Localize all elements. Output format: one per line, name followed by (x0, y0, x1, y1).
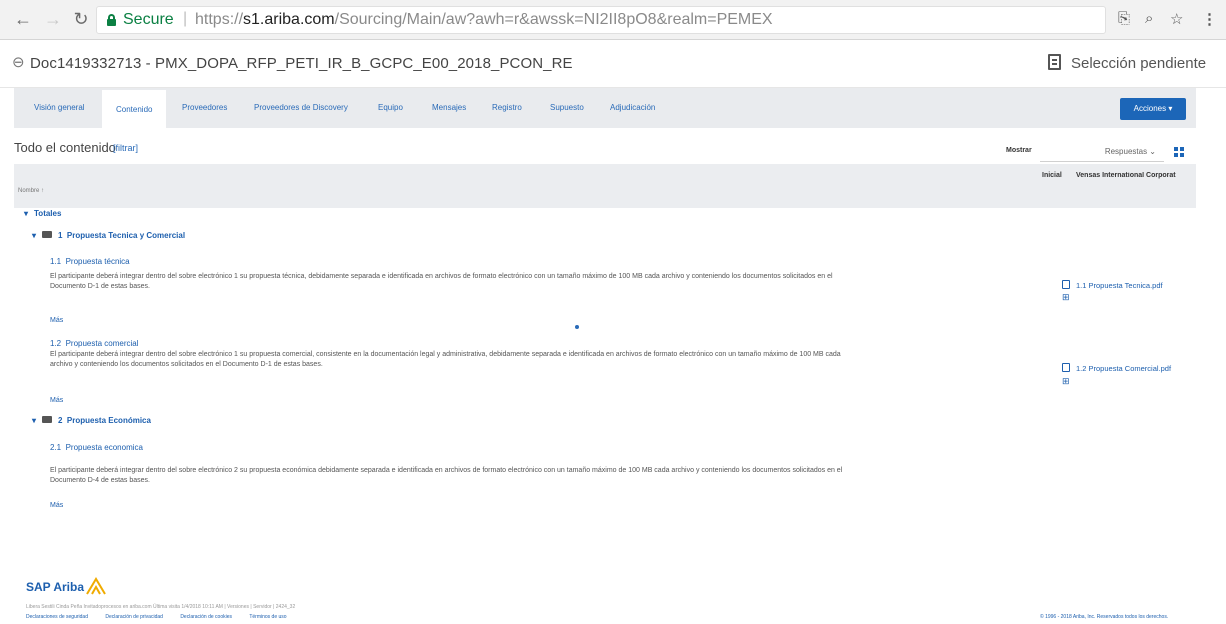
list-item-title[interactable]: 1.2 Propuesta comercial (50, 339, 139, 348)
list-item-title[interactable]: 2.1 Propuesta economica (50, 443, 143, 452)
content-title: Todo el contenido (14, 140, 116, 155)
footer-link[interactable]: Declaración de privacidad (105, 614, 163, 620)
collapse-caret-icon[interactable]: ▾ (32, 231, 36, 240)
section-number: 1 (58, 231, 63, 240)
footer-session-info: Libera Sestili Cinda Peña Invitadoproces… (26, 604, 296, 610)
tab-proveedores-discovery[interactable]: Proveedores de Discovery (254, 88, 348, 128)
tab-bar: Visión general Contenido Proveedores Pro… (14, 88, 1196, 128)
zoom-icon[interactable]: ⌕ (1145, 10, 1153, 27)
document-icon (1048, 54, 1061, 70)
secure-label: Secure (123, 11, 174, 28)
more-link[interactable]: Más (50, 502, 63, 509)
folder-icon (42, 416, 53, 423)
attachment-link[interactable]: 1.2 Propuesta Comercial.pdf (1062, 363, 1171, 373)
document-header: ⊖ Doc1419332713 - PMX_DOPA_RFP_PETI_IR_B… (0, 40, 1226, 88)
browser-toolbar: ← → ↻ Secure | https://s1.ariba.com/Sour… (0, 0, 1226, 40)
footer-links: Declaraciones de seguridad Declaración d… (26, 614, 303, 620)
item-description: El participante deberá integrar dentro d… (50, 272, 1030, 292)
reload-icon[interactable]: ↻ (70, 9, 92, 30)
item-description: El participante deberá integrar dentro d… (50, 350, 1030, 370)
more-link[interactable]: Más (50, 317, 63, 324)
section-row[interactable]: ▾ 2 Propuesta Económica (32, 416, 151, 425)
item-description-line: archivo y conteniendo los documentos sol… (50, 361, 323, 368)
attachment-name[interactable]: 1.2 Propuesta Comercial.pdf (1076, 364, 1171, 373)
section-title[interactable]: Propuesta Económica (67, 416, 151, 425)
url-path: /Sourcing/Main/aw?awh=r&awssk=NI2II8pO8&… (334, 11, 773, 28)
back-doc-icon[interactable]: ⊖ (12, 53, 25, 71)
table-header (14, 164, 1196, 208)
forward-arrow-icon[interactable]: → (42, 9, 64, 30)
url-scheme: https:// (195, 11, 244, 28)
document-title: Doc1419332713 - PMX_DOPA_RFP_PETI_IR_B_G… (30, 55, 573, 72)
tab-adjudicacion[interactable]: Adjudicación (610, 88, 655, 128)
section-title[interactable]: Propuesta Tecnica y Comercial (67, 231, 185, 240)
add-attachment-icon[interactable]: ⊞ (1062, 292, 1070, 303)
status-indicator: Selección pendiente (1048, 54, 1206, 72)
sap-ariba-logo: SAP Ariba (26, 580, 85, 594)
tab-vision-general[interactable]: Visión general (34, 88, 85, 128)
url-domain: s1.ariba.com (243, 11, 335, 28)
file-icon (1062, 280, 1070, 289)
item-number: 1.2 (50, 339, 62, 348)
tab-contenido[interactable]: Contenido (102, 88, 167, 128)
tab-supuesto[interactable]: Supuesto (550, 88, 584, 128)
loading-dot (575, 325, 579, 329)
item-description-line: El participante deberá integrar dentro d… (50, 273, 833, 280)
list-item-title[interactable]: 1.1 Propuesta técnica (50, 257, 130, 266)
actions-button[interactable]: Acciones ▾ (1120, 98, 1186, 120)
column-vendor[interactable]: Vensas International Corporat (1076, 172, 1196, 179)
translate-icon[interactable]: ⎘ (1118, 10, 1130, 27)
show-select[interactable]: Respuestas ⌄ (1040, 142, 1164, 162)
collapse-caret-icon[interactable]: ▾ (32, 416, 36, 425)
add-attachment-icon[interactable]: ⊞ (1062, 376, 1070, 387)
tab-registro[interactable]: Registro (492, 88, 522, 128)
totals-label: Totales (34, 209, 62, 218)
item-number: 1.1 (50, 257, 62, 266)
address-bar[interactable]: Secure | https://s1.ariba.com/Sourcing/M… (96, 6, 1106, 34)
item-description-line: El participante deberá integrar dentro d… (50, 351, 841, 358)
more-link[interactable]: Más (50, 397, 63, 404)
column-initial[interactable]: Inicial (1042, 172, 1062, 179)
back-arrow-icon[interactable]: ← (12, 9, 34, 30)
browser-menu-icon[interactable]: ⋮ (1202, 10, 1217, 28)
attachment-name[interactable]: 1.1 Propuesta Tecnica.pdf (1076, 281, 1163, 290)
attachment-link[interactable]: 1.1 Propuesta Tecnica.pdf (1062, 280, 1163, 290)
totals-row[interactable]: ▾ Totales (24, 209, 61, 218)
grid-view-icon[interactable] (1174, 147, 1184, 157)
footer-link[interactable]: Declaraciones de seguridad (26, 614, 88, 620)
bookmark-star-icon[interactable]: ☆ (1170, 10, 1183, 28)
filter-link[interactable]: [filtrar] (113, 143, 138, 153)
item-title[interactable]: Propuesta economica (66, 443, 143, 452)
section-row[interactable]: ▾ 1 Propuesta Tecnica y Comercial (32, 231, 185, 240)
item-description-line: Documento D-4 de estas bases. (50, 477, 150, 484)
item-description-line: El participante deberá integrar dentro d… (50, 467, 843, 474)
tab-proveedores[interactable]: Proveedores (182, 88, 227, 128)
show-select-value: Respuestas ⌄ (1104, 147, 1156, 156)
lock-icon (107, 14, 116, 26)
item-number: 2.1 (50, 443, 62, 452)
url-separator: | (183, 10, 188, 27)
section-number: 2 (58, 416, 63, 425)
url-text[interactable]: https://s1.ariba.com/Sourcing/Main/aw?aw… (195, 11, 773, 29)
footer-copyright: © 1996 - 2018 Ariba, Inc. Reservados tod… (1040, 614, 1169, 620)
tab-mensajes[interactable]: Mensajes (432, 88, 466, 128)
collapse-caret-icon[interactable]: ▾ (24, 209, 28, 218)
folder-icon (42, 231, 53, 238)
status-text: Selección pendiente (1071, 55, 1207, 72)
footer-link[interactable]: Términos de uso (249, 614, 286, 620)
item-title[interactable]: Propuesta técnica (66, 257, 130, 266)
item-description-line: Documento D-1 de estas bases. (50, 283, 150, 290)
item-description: El participante deberá integrar dentro d… (50, 466, 1030, 486)
footer-link[interactable]: Declaración de cookies (180, 614, 232, 620)
tab-equipo[interactable]: Equipo (378, 88, 403, 128)
show-label: Mostrar (1006, 147, 1032, 154)
ariba-chevron-icon (86, 577, 106, 595)
file-icon (1062, 363, 1070, 372)
item-title[interactable]: Propuesta comercial (66, 339, 139, 348)
column-name[interactable]: Nombre ↑ (18, 188, 44, 194)
